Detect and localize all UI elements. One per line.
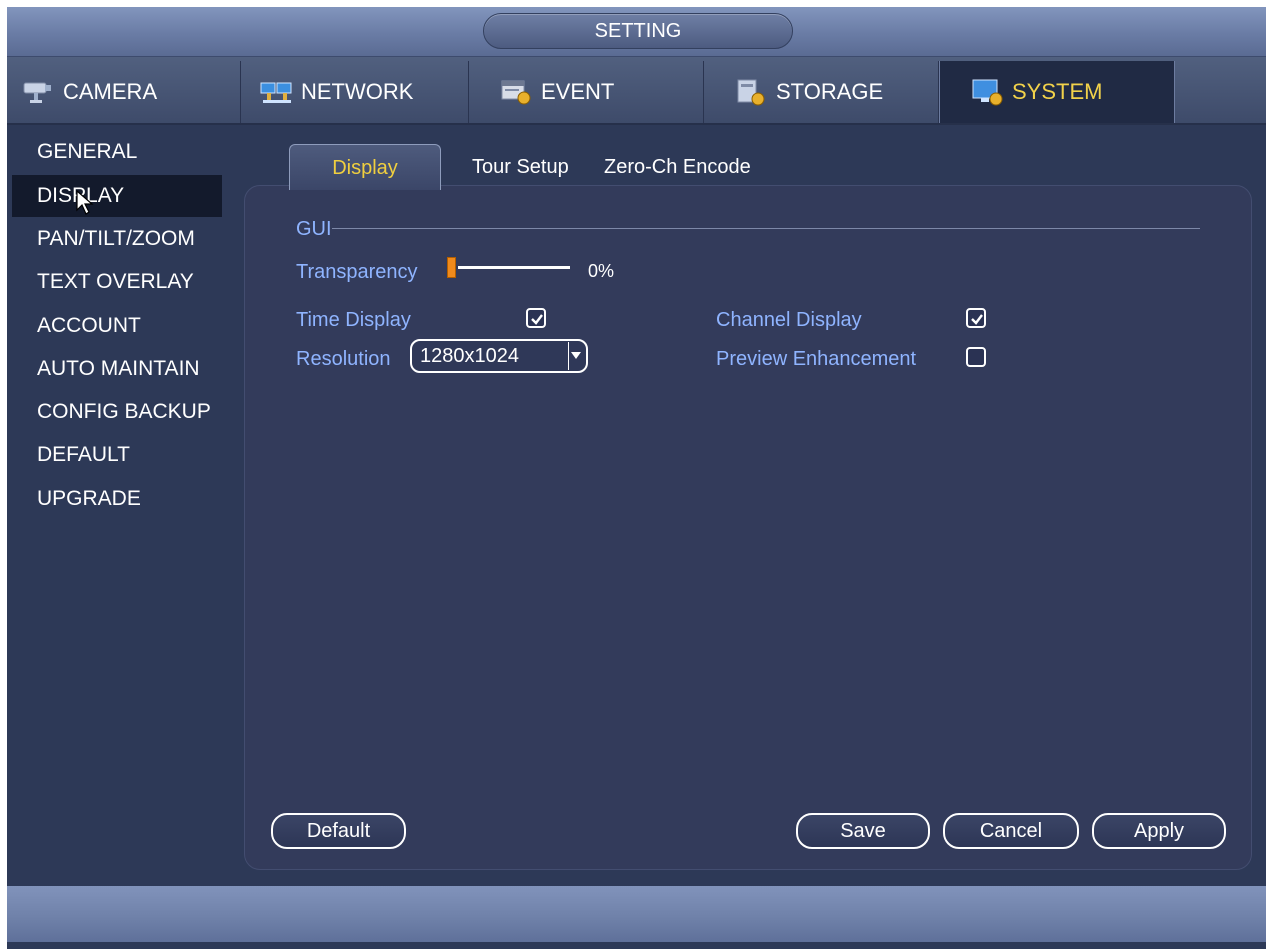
tab-label: NETWORK [301, 79, 414, 104]
tab-label: SYSTEM [1012, 79, 1103, 104]
tab-label: CAMERA [63, 79, 158, 104]
section-divider [332, 228, 1200, 229]
module-tab-bar: CAMERA NETWORK EVENT STORAGE SYSTEM [7, 57, 1266, 125]
chevron-down-icon[interactable] [568, 342, 582, 370]
time-display-label: Time Display [296, 309, 411, 331]
content-panel [244, 185, 1252, 870]
sidebar-item-upgrade[interactable]: UPGRADE [12, 478, 222, 520]
resolution-label: Resolution [296, 348, 391, 370]
tab-network[interactable]: NETWORK [241, 61, 469, 123]
time-display-checkbox[interactable] [526, 308, 546, 328]
subtab-tour-setup[interactable]: Tour Setup [472, 144, 569, 190]
save-button[interactable]: Save [796, 813, 930, 849]
cancel-button[interactable]: Cancel [943, 813, 1079, 849]
storage-icon [734, 77, 770, 107]
subtab-display[interactable]: Display [289, 144, 441, 190]
transparency-label: Transparency [296, 261, 418, 283]
event-icon [499, 77, 535, 107]
status-bar [7, 886, 1266, 942]
channel-display-label: Channel Display [716, 309, 862, 331]
resolution-select[interactable]: 1280x1024 [410, 339, 588, 373]
sidebar: GENERAL DISPLAY PAN/TILT/ZOOM TEXT OVERL… [7, 127, 237, 885]
transparency-slider[interactable] [458, 266, 570, 269]
transparency-value: 0% [588, 261, 615, 281]
sidebar-item-account[interactable]: ACCOUNT [12, 305, 222, 347]
preview-enhancement-label: Preview Enhancement [716, 348, 917, 370]
checkmark-icon [531, 314, 543, 325]
sidebar-item-auto-maintain[interactable]: AUTO MAINTAIN [12, 348, 222, 390]
preview-enhancement-checkbox[interactable] [966, 347, 986, 367]
tab-label: STORAGE [776, 79, 884, 104]
tab-storage[interactable]: STORAGE [704, 61, 939, 123]
window-title: SETTING [483, 13, 793, 49]
sidebar-item-config-backup[interactable]: CONFIG BACKUP [12, 391, 222, 433]
gui-section-label: GUI [296, 218, 332, 240]
sidebar-item-general[interactable]: GENERAL [12, 131, 222, 173]
title-bar: SETTING [7, 7, 1266, 57]
sidebar-item-text-overlay[interactable]: TEXT OVERLAY [12, 261, 222, 303]
tab-event[interactable]: EVENT [469, 61, 704, 123]
transparency-slider-handle[interactable] [447, 257, 456, 278]
subtab-zero-ch-encode[interactable]: Zero-Ch Encode [604, 144, 774, 190]
sidebar-item-display[interactable]: DISPLAY [12, 175, 222, 217]
sidebar-item-default[interactable]: DEFAULT [12, 434, 222, 476]
default-button[interactable]: Default [271, 813, 406, 849]
apply-button[interactable]: Apply [1092, 813, 1226, 849]
tab-label: EVENT [541, 79, 615, 104]
system-icon [970, 77, 1006, 107]
checkmark-icon [971, 314, 983, 325]
tab-system[interactable]: SYSTEM [939, 61, 1175, 123]
camera-icon [21, 77, 57, 107]
sidebar-item-pan-tilt-zoom[interactable]: PAN/TILT/ZOOM [12, 218, 222, 260]
network-icon [259, 77, 295, 107]
mouse-cursor-icon [76, 190, 94, 215]
channel-display-checkbox[interactable] [966, 308, 986, 328]
tab-camera[interactable]: CAMERA [21, 61, 241, 123]
